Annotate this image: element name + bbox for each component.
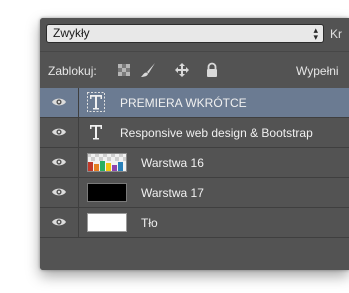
- visibility-toggle[interactable]: [40, 148, 79, 177]
- layer-row[interactable]: Warstwa 17: [40, 178, 349, 208]
- text-layer-icon: [87, 92, 105, 112]
- layers-list: PREMIERA WKRÓTCE Responsive web design &…: [40, 88, 349, 238]
- visibility-toggle[interactable]: [40, 118, 79, 147]
- layer-thumbnail: [87, 213, 127, 232]
- fill-label: Wypełni: [296, 64, 339, 78]
- panel-empty-area: [40, 238, 349, 270]
- layer-thumbnail: [87, 153, 127, 172]
- panel-header-row: Zwykły ▴ ▾ Kr: [40, 18, 349, 51]
- layer-name: Responsive web design & Bootstrap: [120, 126, 313, 140]
- layers-panel: Zwykły ▴ ▾ Kr Zablokuj: Wypełni PREMIERA…: [40, 18, 349, 270]
- eye-icon: [52, 158, 66, 166]
- lock-label: Zablokuj:: [48, 64, 97, 78]
- lock-transparency-icon[interactable]: [116, 62, 132, 78]
- layer-name: Warstwa 16: [141, 156, 204, 170]
- text-layer-icon: [90, 125, 102, 140]
- move-icon[interactable]: [174, 62, 190, 78]
- eye-icon: [52, 98, 66, 106]
- layer-row[interactable]: Responsive web design & Bootstrap: [40, 118, 349, 148]
- layer-row[interactable]: Warstwa 16: [40, 148, 349, 178]
- layer-thumbnail: [87, 183, 127, 202]
- blend-mode-select[interactable]: Zwykły ▴ ▾: [46, 24, 324, 43]
- updown-arrows-icon: ▴ ▾: [313, 25, 318, 42]
- eye-icon: [52, 218, 66, 226]
- visibility-toggle[interactable]: [40, 178, 79, 207]
- brush-icon[interactable]: [140, 62, 156, 78]
- blend-mode-value: Zwykły: [53, 26, 90, 40]
- layer-name: Warstwa 17: [141, 186, 204, 200]
- layer-name: Tło: [141, 216, 158, 230]
- lock-row: Zablokuj: Wypełni: [40, 51, 349, 88]
- layer-row[interactable]: Tło: [40, 208, 349, 238]
- lock-icon[interactable]: [204, 62, 220, 78]
- visibility-toggle[interactable]: [40, 208, 79, 237]
- eye-icon: [52, 188, 66, 196]
- eye-icon: [52, 128, 66, 136]
- opacity-label: Kr: [330, 27, 342, 41]
- layer-name: PREMIERA WKRÓTCE: [120, 96, 247, 110]
- layer-row[interactable]: PREMIERA WKRÓTCE: [40, 88, 349, 118]
- visibility-toggle[interactable]: [40, 88, 79, 117]
